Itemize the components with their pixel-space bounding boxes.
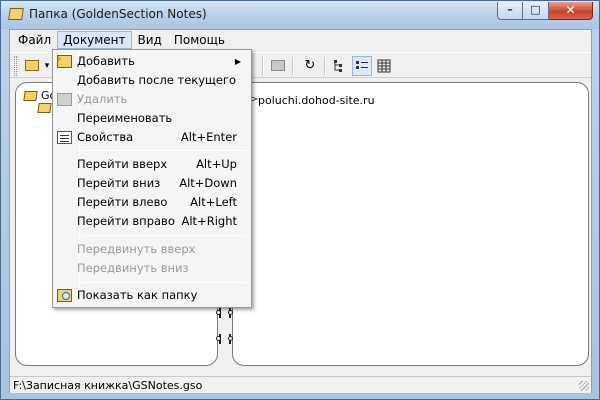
menu-item-properties[interactable]: Свойства Alt+Enter	[55, 128, 249, 147]
toolbar-separator	[262, 57, 264, 75]
menu-item-label: Перейти вправо	[77, 214, 175, 228]
list-view-icon	[356, 61, 368, 69]
menu-item-label: Перейти вверх	[77, 157, 168, 171]
app-icon	[8, 8, 24, 20]
open-dropdown-arrow[interactable]: ▾	[42, 56, 52, 76]
refresh-icon: ↻	[304, 58, 316, 73]
menu-item-label: Удалить	[77, 92, 128, 106]
properties-icon	[57, 131, 72, 144]
list-view-button[interactable]	[352, 56, 372, 76]
maximize-icon: □	[530, 3, 541, 16]
menu-item-label: Переименовать	[77, 111, 173, 125]
menu-item-rename[interactable]: Переименовать	[55, 109, 249, 128]
delete-icon	[57, 93, 72, 106]
notebook-icon	[23, 90, 38, 101]
menu-item-go-up[interactable]: Перейти вверх Alt+Up	[55, 155, 249, 174]
menu-item-label: Свойства	[77, 130, 134, 144]
menu-item-add-after[interactable]: Добавить после текущего	[55, 71, 249, 90]
menu-help[interactable]: Помощь	[168, 31, 231, 49]
title-bar[interactable]: Папка (GoldenSection Notes) – □ ✕	[1, 1, 599, 29]
tree-view-icon	[334, 60, 342, 72]
menu-item-add[interactable]: Добавить ▶	[55, 51, 249, 71]
splitter-knob	[216, 336, 221, 341]
add-icon	[55, 51, 72, 70]
menu-item-label: Передвинуть вниз	[77, 261, 189, 275]
maximize-button[interactable]: □	[523, 2, 549, 20]
menu-document[interactable]: Документ	[57, 31, 132, 49]
window-title: Папка (GoldenSection Notes)	[29, 7, 207, 21]
menu-item-shortcut: Alt+Enter	[180, 130, 237, 144]
submenu-arrow-icon: ▶	[234, 57, 241, 66]
menu-item-move-up: Передвинуть вверх	[55, 240, 249, 259]
open-folder-button[interactable]	[22, 56, 42, 76]
menu-item-shortcut: Alt+Left	[190, 195, 237, 209]
menu-item-shortcut: Alt+Right	[181, 214, 238, 228]
minimize-button[interactable]: –	[497, 2, 523, 20]
menu-item-go-right[interactable]: Перейти вправо Alt+Right	[55, 212, 249, 231]
refresh-button[interactable]: ↻	[300, 56, 320, 76]
menu-item-delete: Удалить	[55, 90, 249, 109]
minimize-icon: –	[507, 3, 513, 16]
menu-separator	[81, 235, 247, 236]
splitter-handle-bottom[interactable]	[215, 334, 237, 344]
caption-buttons: – □ ✕	[497, 2, 593, 21]
toolbar-separator	[292, 57, 294, 75]
content-url-text[interactable]: poluchi.dohod-site.ru	[258, 94, 375, 107]
grid-view-icon	[377, 59, 391, 73]
content-pane[interactable]	[232, 82, 589, 366]
menu-item-label: Передвинуть вверх	[77, 242, 196, 256]
splitter-knob	[228, 310, 233, 315]
menu-item-move-down: Передвинуть вниз	[55, 259, 249, 278]
show-as-folder-icon	[57, 289, 72, 302]
dropdown-arrow-icon: ▾	[44, 61, 50, 71]
menu-view[interactable]: Вид	[132, 31, 168, 49]
splitter-handle-top[interactable]	[215, 308, 237, 318]
menu-file[interactable]: Файл	[12, 31, 57, 49]
menu-separator	[81, 150, 247, 151]
menu-item-go-down[interactable]: Перейти вниз Alt+Down	[55, 174, 249, 193]
menu-item-label: Перейти вниз	[77, 176, 161, 190]
close-icon: ✕	[565, 3, 576, 17]
menu-separator	[81, 282, 247, 283]
grid-view-button[interactable]	[374, 56, 394, 76]
folder-icon	[37, 103, 52, 113]
menu-item-shortcut: Alt+Down	[179, 176, 237, 190]
menu-item-label: Добавить	[77, 54, 135, 68]
menu-item-shortcut: Alt+Up	[196, 157, 237, 171]
folder-disabled-button[interactable]	[268, 56, 288, 76]
menu-item-label: Добавить после текущего	[77, 73, 237, 87]
toolbar-separator	[324, 57, 326, 75]
menu-item-go-left[interactable]: Перейти влево Alt+Left	[55, 193, 249, 212]
toolbar-grip[interactable]	[14, 56, 17, 76]
status-path: F:\Записная книжка\GSNotes.gso	[13, 379, 203, 392]
menu-item-label: Показать как папку	[77, 288, 198, 302]
close-button[interactable]: ✕	[549, 2, 593, 20]
menu-bar: Файл Документ Вид Помощь	[10, 30, 591, 50]
tree-view-button[interactable]	[330, 56, 350, 76]
splitter-knob	[228, 336, 233, 341]
menu-item-show-as-folder[interactable]: Показать как папку	[55, 286, 249, 305]
document-dropdown-menu: Добавить ▶ Добавить после текущего Удали…	[52, 49, 252, 308]
folder-disabled-icon	[271, 60, 285, 71]
open-folder-icon	[25, 60, 39, 71]
resize-grip[interactable]	[579, 381, 589, 391]
splitter-knob	[216, 310, 221, 315]
menu-item-label: Перейти влево	[77, 195, 168, 209]
status-bar: F:\Записная книжка\GSNotes.gso	[10, 376, 591, 393]
